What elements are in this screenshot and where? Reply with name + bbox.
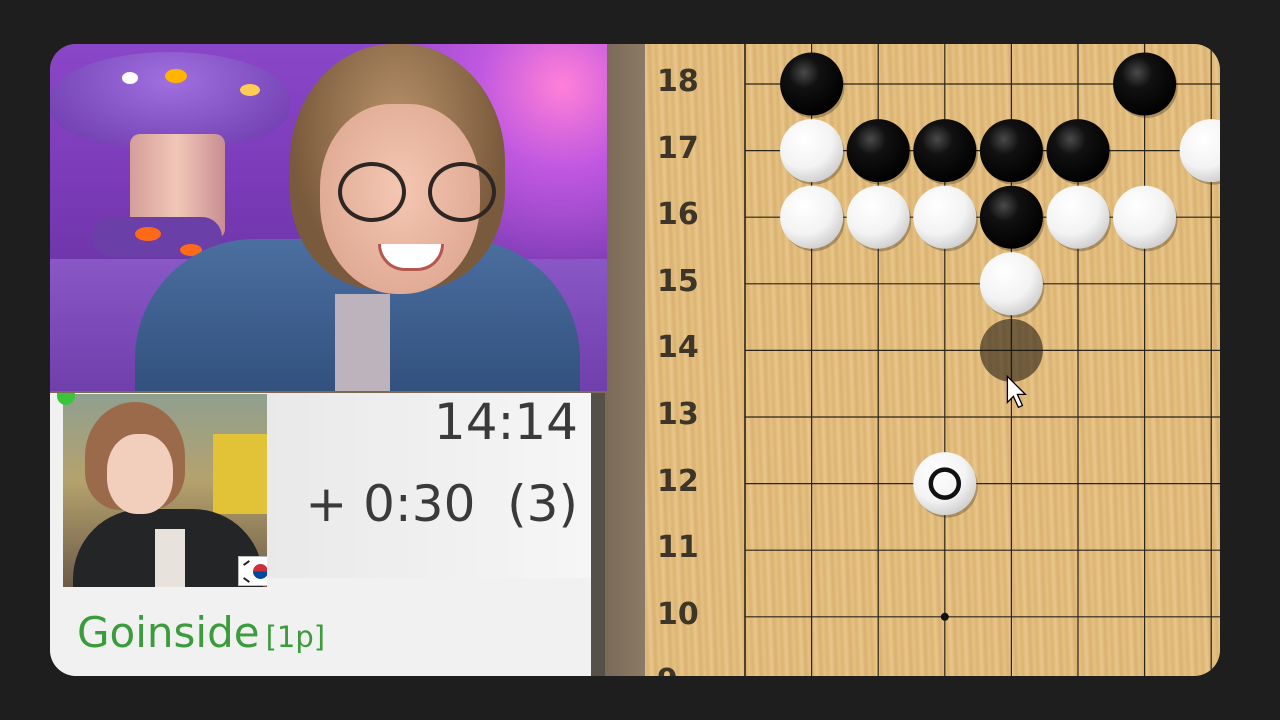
glasses-left-lens — [338, 162, 406, 222]
player-avatar[interactable] — [63, 394, 267, 587]
mushroom-cap-decor — [50, 52, 290, 147]
stone-body — [979, 185, 1043, 249]
glasses-right-lens — [428, 162, 496, 222]
stone-body — [1113, 185, 1177, 249]
white-stone — [913, 185, 978, 252]
stone-body — [1179, 119, 1220, 183]
white-stone — [846, 185, 912, 252]
south-korea-flag-icon — [238, 556, 267, 586]
decor-dot — [135, 227, 161, 241]
star-point — [940, 612, 949, 621]
white-stone — [1113, 185, 1178, 252]
black-stone — [780, 52, 845, 118]
board-grid[interactable] — [645, 44, 1220, 676]
flag-trigram — [243, 560, 250, 566]
black-stone — [979, 119, 1045, 185]
stone-body — [913, 452, 977, 516]
stone-body — [979, 252, 1043, 316]
avatar-background-sign — [213, 434, 267, 514]
webcam-feed — [50, 44, 607, 391]
stone-body — [1113, 52, 1177, 116]
black-stone — [1113, 52, 1178, 118]
stone-body — [1046, 185, 1110, 249]
hover-stone-preview — [979, 318, 1043, 382]
flag-taegeuk — [253, 564, 267, 579]
stone-body — [780, 185, 844, 249]
main-time-clock: 14:14 — [433, 393, 578, 451]
last-move-stone — [913, 452, 978, 518]
white-stone — [979, 252, 1045, 318]
avatar-shirt — [155, 529, 185, 587]
byoyomi-time: + 0:30 (3) — [305, 475, 578, 533]
white-stone — [780, 185, 845, 252]
video-frame: 14:14 + 0:30 (3) Goinside [1p] 18 17 16 15 14… — [0, 0, 1280, 720]
stream-layout: 14:14 + 0:30 (3) Goinside [1p] 18 17 16 15 14… — [50, 44, 1220, 676]
board-left-margin — [607, 44, 645, 676]
white-stone — [1179, 119, 1220, 185]
decor-dot — [240, 84, 260, 96]
stone-body — [846, 119, 910, 183]
flag-trigram — [243, 577, 250, 583]
player-rank: [1p] — [265, 620, 326, 654]
black-stone — [913, 119, 978, 185]
avatar-face — [107, 434, 173, 514]
panel-divider — [591, 393, 605, 676]
streamer-shirt — [335, 294, 390, 391]
decor-dot — [165, 69, 187, 83]
go-board[interactable]: 1817161514131211109 — [645, 44, 1220, 676]
stone-body — [1046, 119, 1110, 183]
black-stone — [846, 119, 912, 185]
stone-body — [780, 52, 844, 116]
decor-dot — [122, 72, 138, 84]
white-stone — [1046, 185, 1111, 252]
stone-body — [846, 185, 910, 249]
player-name-row: Goinside [1p] — [77, 608, 325, 657]
black-stone — [979, 185, 1045, 252]
player-info-panel: 14:14 + 0:30 (3) Goinside [1p] — [50, 393, 591, 676]
black-stone — [1046, 119, 1111, 185]
stone-body — [780, 119, 844, 183]
stone-body — [913, 119, 977, 183]
stone-body — [979, 119, 1043, 183]
player-name[interactable]: Goinside — [77, 608, 260, 657]
stone-body — [913, 185, 977, 249]
white-stone — [780, 119, 845, 185]
